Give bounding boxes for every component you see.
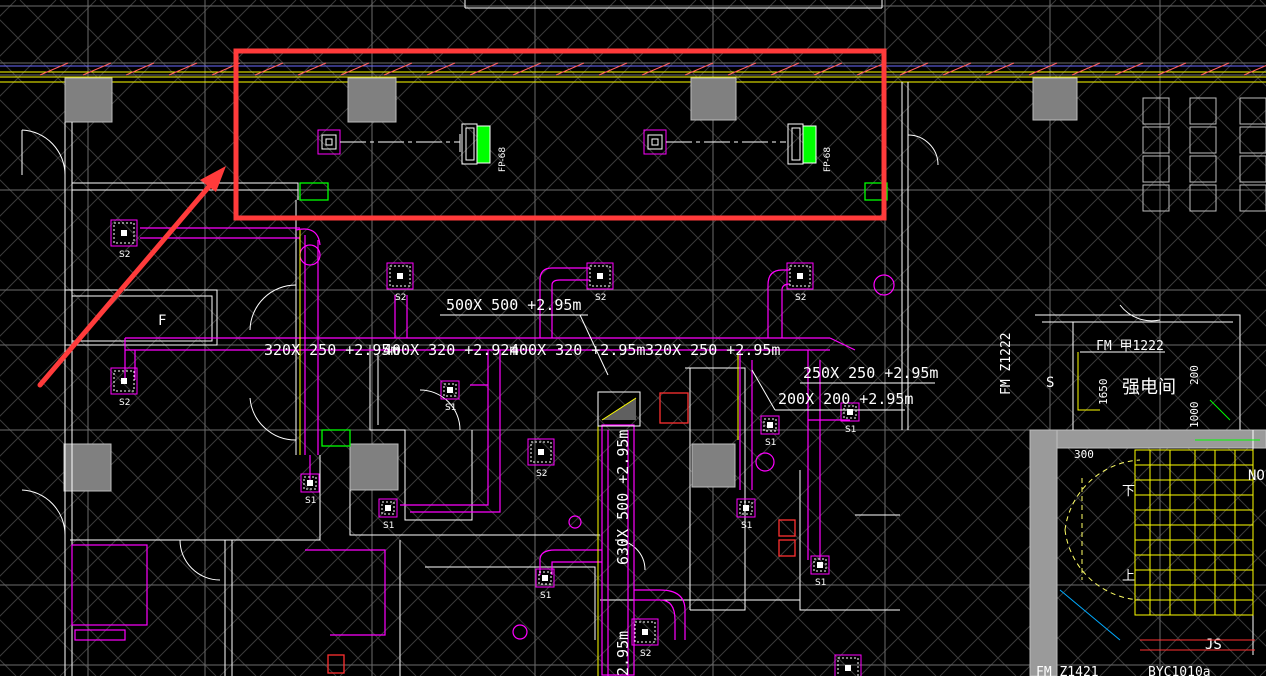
diffuser-tag-s1: S1	[765, 438, 776, 448]
diffuser-tag-s2: S2	[640, 649, 651, 659]
stair-up: 上	[1122, 569, 1135, 584]
fan-coil-1-tag: FP-68	[498, 147, 508, 172]
duct-label-d3: 400X 320 +2.92m	[383, 341, 518, 359]
duct-label-d4: 400X 320 +2.95m	[510, 341, 645, 359]
dim-300: 300	[1074, 448, 1094, 461]
diffuser-tag-s1: S1	[815, 578, 826, 588]
diffuser-tag-s2: S2	[119, 250, 130, 260]
diffuser-tag-s2: S2	[395, 293, 406, 303]
window-tag: BYC1010a	[1148, 665, 1211, 676]
duct-label-d2: 320X 250 +2.95m	[264, 341, 399, 359]
cad-drawing-canvas[interactable]: S2S2S2S2S2S2S2S2S1S1S1S1S1S1S1S1 FP-68 F…	[0, 0, 1266, 676]
diffuser-tag-s1: S1	[383, 521, 394, 531]
door-tag-2: FM Z1222	[999, 332, 1014, 395]
label-f: F	[158, 313, 166, 329]
label-no: NO	[1248, 468, 1265, 484]
diffuser-tag-s2: S2	[119, 398, 130, 408]
diffuser-tag-s1: S1	[845, 425, 856, 435]
diffuser-tag-s2: S2	[536, 469, 547, 479]
diffuser-tag-s1: S1	[540, 591, 551, 601]
duct-label-d9: 2.95m	[614, 631, 632, 676]
label-js: JS	[1205, 637, 1222, 653]
door-tag-3: FM Z1421	[1036, 665, 1099, 676]
fan-coil-2-tag: FP-68	[823, 147, 833, 172]
duct-label-d8: 630X 500 +2.95m	[614, 430, 632, 565]
duct-label-d6: 250X 250 +2.95m	[803, 364, 938, 382]
duct-label-d5: 320X 250 +2.95m	[645, 341, 780, 359]
door-tag-1: FM 甲1222	[1096, 339, 1164, 354]
room-name: 强电间	[1122, 377, 1176, 398]
label-s: S	[1046, 375, 1054, 391]
duct-label-d7: 200X 200 +2.95m	[778, 390, 913, 408]
diffuser-tag-s1: S1	[445, 403, 456, 413]
dim-200: 200	[1188, 365, 1201, 385]
diffuser-tag-s2: S2	[795, 293, 806, 303]
dim-1000: 1000	[1188, 402, 1201, 429]
duct-label-d1: 500X 500 +2.95m	[446, 296, 581, 314]
diffuser-tag-s2: S2	[595, 293, 606, 303]
dim-1650: 1650	[1097, 379, 1110, 406]
stair-down: 下	[1122, 484, 1135, 499]
diffuser-tag-s1: S1	[741, 521, 752, 531]
diffuser-tag-s1: S1	[305, 496, 316, 506]
